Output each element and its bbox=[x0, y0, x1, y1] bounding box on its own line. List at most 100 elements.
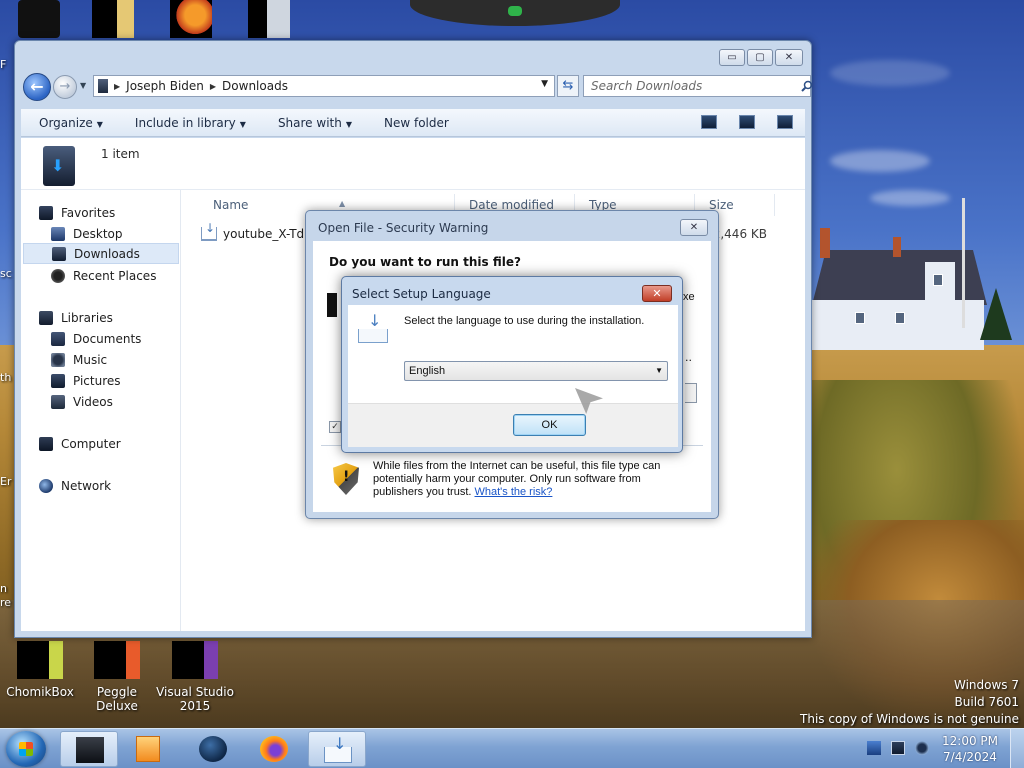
nav-label: Pictures bbox=[73, 373, 121, 388]
nav-recent-places[interactable]: Recent Places bbox=[51, 265, 181, 286]
file-name: youtube_X-TdM bbox=[223, 227, 315, 241]
share-with-menu[interactable]: Share with ▼ bbox=[260, 116, 366, 130]
breadcrumb-downloads[interactable]: Downloads bbox=[222, 79, 288, 93]
file-type-fragment: xe bbox=[683, 291, 695, 303]
back-button[interactable]: ← bbox=[23, 73, 51, 101]
item-count: 1 item bbox=[101, 147, 140, 161]
nav-network[interactable]: Network bbox=[39, 475, 197, 496]
recycle-bin-icon[interactable] bbox=[18, 0, 60, 38]
nav-label: Downloads bbox=[74, 246, 140, 261]
whats-the-risk-link[interactable]: What's the risk? bbox=[475, 486, 553, 498]
address-dropdown-icon[interactable]: ▼ bbox=[541, 79, 548, 89]
close-button[interactable]: ✕ bbox=[642, 285, 672, 302]
desktop-icon-visual-studio[interactable]: Visual Studio 2015 bbox=[155, 641, 235, 713]
chevron-down-icon: ▼ bbox=[655, 366, 663, 375]
ok-button[interactable]: OK bbox=[513, 414, 586, 436]
network-tray-icon[interactable] bbox=[891, 741, 905, 755]
desktop-icon-chomikbox[interactable]: ChomikBox bbox=[0, 641, 80, 699]
window-controls: ▭ ▢ ✕ bbox=[719, 49, 803, 66]
globe-icon bbox=[199, 736, 227, 762]
wallpaper-window bbox=[855, 312, 865, 324]
forward-button[interactable]: → bbox=[53, 75, 77, 99]
setup-language-dialog[interactable]: Select Setup Language ✕ ↓ Select the lan… bbox=[341, 276, 683, 453]
downloads-folder-icon: ⬇ bbox=[43, 146, 75, 186]
breadcrumb-separator-icon[interactable]: ▶ bbox=[114, 82, 120, 91]
close-button[interactable]: ✕ bbox=[680, 219, 708, 236]
language-prompt: Select the language to use during the in… bbox=[404, 315, 645, 327]
dialog-title: Open File - Security Warning bbox=[318, 221, 489, 235]
nav-label: Music bbox=[73, 352, 108, 367]
watermark-line: Windows 7 bbox=[953, 678, 1019, 692]
nav-label: Computer bbox=[61, 436, 121, 451]
dialog-footer: OK bbox=[348, 403, 678, 447]
nav-libraries[interactable]: Libraries bbox=[39, 307, 197, 328]
taskbar-item-browser[interactable] bbox=[184, 731, 242, 767]
nav-label: Videos bbox=[73, 394, 113, 409]
include-in-library-menu[interactable]: Include in library ▼ bbox=[117, 116, 260, 130]
new-folder-button[interactable]: New folder bbox=[366, 116, 463, 130]
clock-time: 12:00 PM bbox=[942, 734, 998, 748]
taskbar-item-media-player[interactable] bbox=[120, 731, 178, 767]
watermark-line: Build 7601 bbox=[954, 695, 1019, 709]
media-player-icon[interactable] bbox=[170, 0, 212, 38]
language-select[interactable]: English ▼ bbox=[404, 361, 668, 381]
explorer-icon bbox=[76, 737, 104, 763]
volume-icon[interactable] bbox=[915, 741, 929, 755]
search-input[interactable]: Search Downloads bbox=[583, 75, 811, 97]
gadget-led bbox=[508, 6, 522, 16]
file-row[interactable]: youtube_X-TdM bbox=[201, 221, 315, 244]
new-folder-label: New folder bbox=[384, 115, 449, 130]
organize-menu[interactable]: Organize ▼ bbox=[21, 116, 117, 130]
folder-icon[interactable] bbox=[92, 0, 134, 38]
clock-date: 7/4/2024 bbox=[943, 750, 997, 764]
nav-computer[interactable]: Computer bbox=[39, 433, 197, 454]
nav-videos[interactable]: Videos bbox=[51, 391, 181, 412]
download-file-icon bbox=[201, 221, 217, 241]
minimize-button[interactable]: ▭ bbox=[719, 49, 745, 66]
run-button-edge[interactable] bbox=[685, 383, 697, 403]
tray-shape bbox=[358, 329, 388, 343]
navigation-bar: ← → ▼ ▶ Joseph Biden ▶ Downloads ▼ ⇆ Sea… bbox=[21, 73, 813, 101]
address-bar[interactable]: ▶ Joseph Biden ▶ Downloads ▼ bbox=[93, 75, 555, 97]
refresh-button[interactable]: ⇆ bbox=[557, 75, 579, 97]
action-center-icon[interactable] bbox=[867, 741, 881, 755]
selected-language: English bbox=[409, 365, 446, 377]
breadcrumb-separator-icon[interactable]: ▶ bbox=[210, 82, 216, 91]
chomikbox-icon bbox=[17, 641, 63, 679]
organize-label: Organize bbox=[39, 115, 93, 130]
taskbar-item-setup[interactable]: ↓ bbox=[308, 731, 366, 767]
nav-pictures[interactable]: Pictures bbox=[51, 370, 181, 391]
file-icon[interactable] bbox=[248, 0, 290, 38]
wallpaper-chimney bbox=[820, 228, 830, 258]
nav-favorites[interactable]: Favorites bbox=[39, 202, 197, 223]
nav-downloads[interactable]: Downloads bbox=[23, 243, 179, 264]
download-arrow-icon: ↓ bbox=[368, 311, 382, 330]
desktop-fragment: F bbox=[0, 58, 7, 71]
desktop-fragment: n bbox=[0, 582, 7, 595]
view-controls bbox=[701, 115, 793, 129]
search-icon[interactable] bbox=[801, 80, 813, 92]
recent-pages-dropdown[interactable]: ▼ bbox=[80, 81, 90, 91]
show-desktop-button[interactable] bbox=[1010, 729, 1024, 768]
help-icon[interactable] bbox=[777, 115, 793, 129]
preview-pane-icon[interactable] bbox=[739, 115, 755, 129]
watermark-line: This copy of Windows is not genuine bbox=[800, 712, 1019, 726]
start-button[interactable] bbox=[6, 731, 46, 767]
nav-documents[interactable]: Documents bbox=[51, 328, 181, 349]
exclamation-icon: ! bbox=[343, 469, 350, 485]
breadcrumb-user[interactable]: Joseph Biden bbox=[126, 79, 204, 93]
change-view-icon[interactable] bbox=[701, 115, 717, 129]
wallpaper-house-roof bbox=[812, 250, 987, 305]
desktop-icon-peggle[interactable]: Peggle Deluxe bbox=[77, 641, 157, 713]
windows-logo-icon bbox=[19, 742, 33, 756]
always-ask-checkbox[interactable]: ✓ bbox=[329, 421, 341, 433]
downloads-folder-icon bbox=[98, 79, 108, 93]
recent-places-icon bbox=[51, 268, 65, 283]
maximize-button[interactable]: ▢ bbox=[747, 49, 773, 66]
close-button[interactable]: ✕ bbox=[775, 49, 803, 66]
taskbar-clock[interactable]: 12:00 PM 7/4/2024 bbox=[942, 733, 998, 765]
taskbar-item-firefox[interactable] bbox=[245, 731, 303, 767]
taskbar-item-explorer[interactable] bbox=[60, 731, 118, 767]
nav-desktop[interactable]: Desktop bbox=[51, 223, 181, 244]
nav-music[interactable]: Music bbox=[51, 349, 181, 370]
